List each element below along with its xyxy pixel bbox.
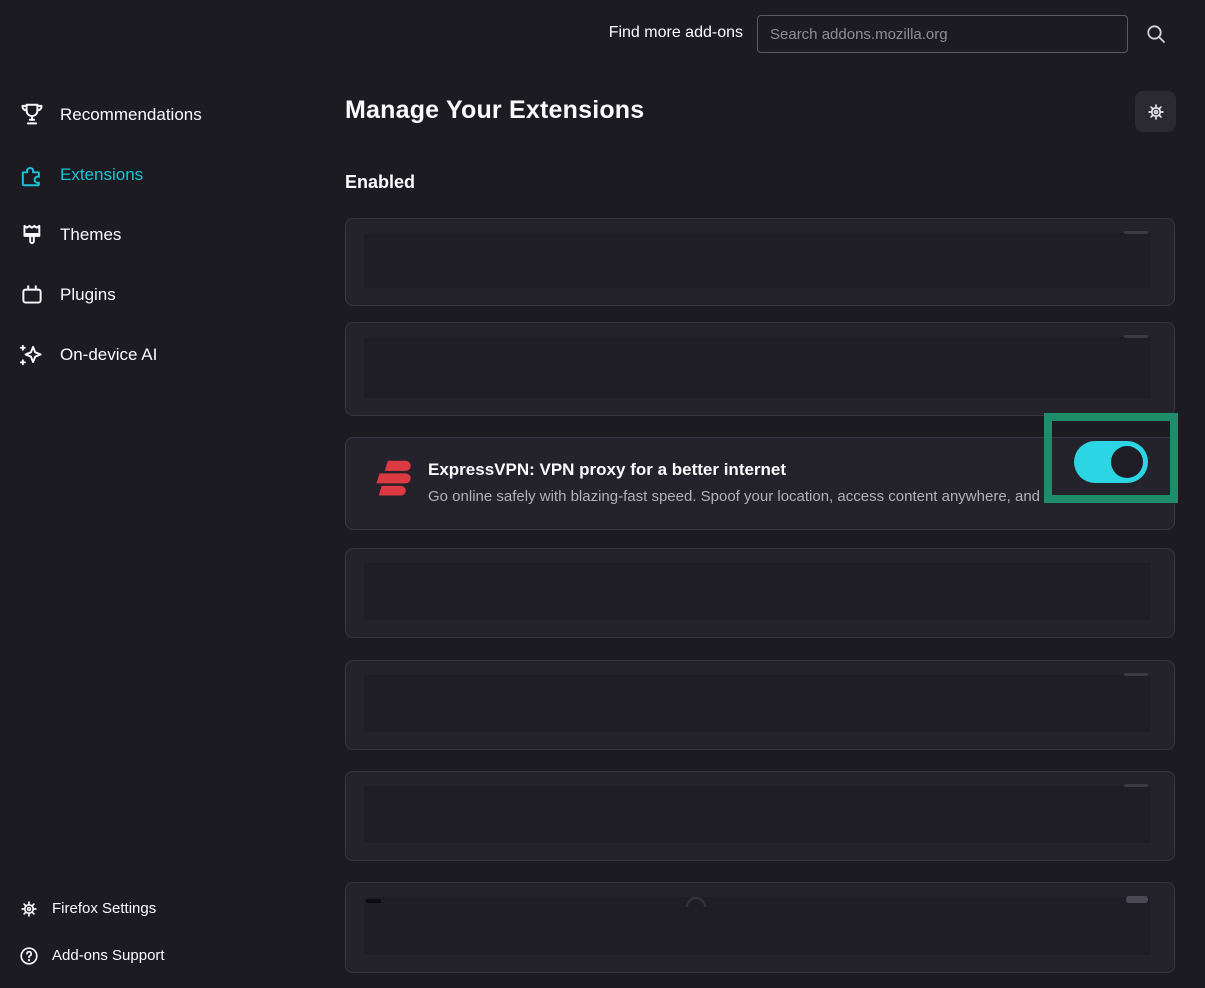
sidebar-item-label: Recommendations: [60, 105, 202, 125]
sidebar-item-label: Themes: [60, 225, 121, 245]
extension-name[interactable]: ExpressVPN: VPN proxy for a better inter…: [428, 460, 786, 480]
redacted-card-content: [364, 897, 1151, 955]
sidebar-item-plugins[interactable]: Plugins: [0, 265, 332, 325]
gear-icon: [18, 898, 40, 920]
redacted-card-content: [364, 337, 1151, 398]
sidebar-item-label: Extensions: [60, 165, 143, 185]
toggle-sliver: [1124, 335, 1148, 338]
sidebar-footer-list: Firefox Settings Add-ons Support: [0, 885, 332, 979]
toggle-sliver: [1124, 231, 1148, 234]
extension-card-expressvpn: ExpressVPN: VPN proxy for a better inter…: [345, 437, 1175, 530]
sparkles-icon: [18, 341, 46, 369]
sidebar: Recommendations Extensions Themes Plugins On…: [0, 0, 332, 988]
find-more-addons-label: Find more add-ons: [609, 24, 743, 42]
redacted-card-content: [364, 675, 1151, 732]
paintbrush-icon: [18, 221, 46, 249]
extension-toggle[interactable]: [1074, 441, 1148, 483]
search-input[interactable]: [757, 15, 1128, 53]
sidebar-item-addons-support[interactable]: Add-ons Support: [0, 932, 332, 979]
extension-card-placeholder: [345, 322, 1175, 416]
trophy-icon: [18, 101, 46, 129]
redacted-card-content: [364, 786, 1151, 843]
toggle-sliver: [1124, 673, 1148, 676]
toggle-sliver: [1126, 896, 1148, 903]
sidebar-item-label: On-device AI: [60, 345, 157, 365]
sidebar-item-label: Firefox Settings: [52, 900, 156, 917]
sidebar-item-label: Add-ons Support: [52, 947, 165, 964]
sidebar-item-label: Plugins: [60, 285, 116, 305]
icon-sliver: [366, 899, 381, 903]
redacted-card-content: [364, 563, 1151, 620]
expressvpn-logo: [367, 454, 413, 500]
extension-card-placeholder: [345, 548, 1175, 638]
question-icon: [18, 945, 40, 967]
sidebar-item-themes[interactable]: Themes: [0, 205, 332, 265]
extensions-tools-button[interactable]: [1135, 91, 1176, 132]
puzzle-icon: [18, 161, 46, 189]
page-title: Manage Your Extensions: [345, 96, 644, 125]
extension-card-placeholder: [345, 882, 1175, 973]
toggle-sliver: [1124, 784, 1148, 787]
section-heading-enabled: Enabled: [345, 172, 415, 193]
search-icon[interactable]: [1144, 22, 1168, 46]
plug-icon: [18, 281, 46, 309]
toggle-knob: [1111, 446, 1143, 478]
extension-description: Go online safely with blazing-fast speed…: [428, 488, 1057, 505]
extension-card-placeholder: [345, 771, 1175, 861]
redacted-card-content: [364, 233, 1151, 288]
extension-card-placeholder: [345, 660, 1175, 750]
sidebar-category-list: Recommendations Extensions Themes Plugins On…: [0, 85, 332, 385]
sidebar-item-on-device-ai[interactable]: On-device AI: [0, 325, 332, 385]
sidebar-item-firefox-settings[interactable]: Firefox Settings: [0, 885, 332, 932]
gear-icon: [1145, 101, 1167, 123]
sidebar-item-extensions[interactable]: Extensions: [0, 145, 332, 205]
extension-card-placeholder: [345, 218, 1175, 306]
sidebar-item-recommendations[interactable]: Recommendations: [0, 85, 332, 145]
